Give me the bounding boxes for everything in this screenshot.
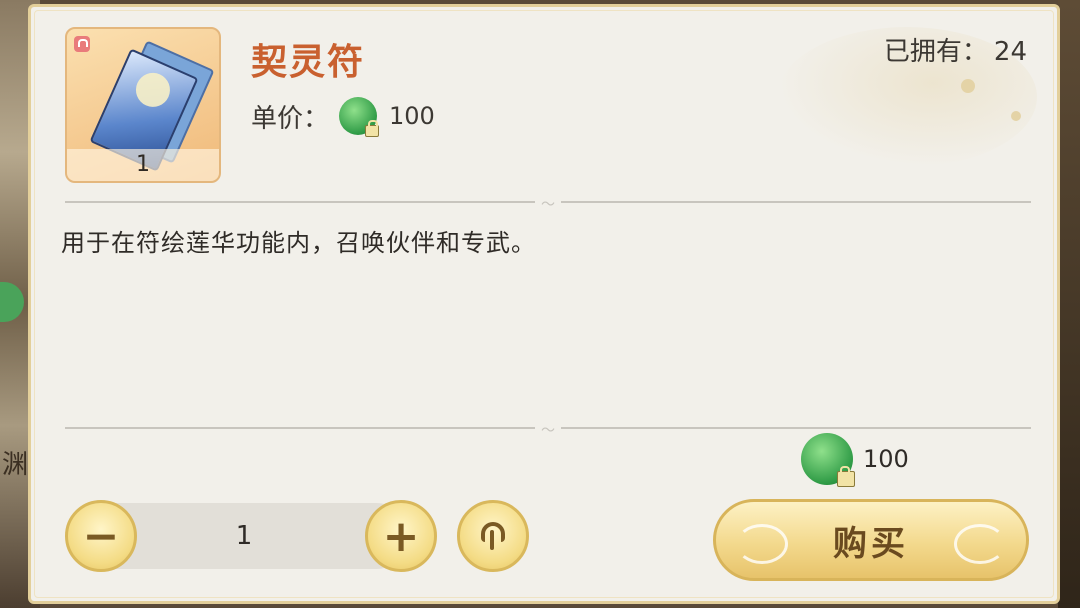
divider-ornament-icon: 〜: [535, 420, 561, 439]
total-cost: 100: [801, 433, 909, 487]
unit-price-value: 100: [389, 102, 435, 130]
swirl-icon: [736, 524, 788, 564]
owned-label: 已拥有：: [883, 37, 988, 67]
unit-price-label: 单价：: [251, 103, 330, 134]
decor-dot: [1011, 111, 1021, 121]
item-count: 1: [136, 152, 150, 177]
item-description: 用于在符绘莲华功能内，召唤伙伴和专武。: [61, 229, 536, 257]
divider-top: 〜: [65, 194, 1031, 213]
background-text: 渊: [2, 450, 29, 480]
decrease-button[interactable]: −: [65, 500, 137, 572]
jade-coin-locked-icon: [339, 97, 380, 137]
divider-bottom: 〜: [65, 420, 1031, 439]
decor-dot: [961, 79, 975, 93]
divider-ornament-icon: 〜: [535, 194, 561, 213]
item-name: 契灵符: [251, 42, 366, 83]
swirl-icon: [954, 524, 1006, 564]
buy-button-label: 购买: [833, 523, 909, 564]
item-card: 1: [65, 27, 221, 183]
small-lock-icon: [837, 466, 855, 487]
max-quantity-button[interactable]: [457, 500, 529, 572]
background-right-edge: [1058, 0, 1080, 608]
small-lock-icon: [365, 120, 380, 137]
jade-coin-locked-icon: [801, 433, 855, 487]
moon-icon: [130, 67, 176, 113]
lock-icon: [74, 36, 90, 52]
max-arrow-icon: [479, 522, 507, 550]
owned-count: 已拥有： 24: [884, 31, 1027, 68]
buy-button[interactable]: 购买: [713, 499, 1029, 581]
increase-button[interactable]: +: [365, 500, 437, 572]
unit-price: 单价： 100: [251, 97, 435, 137]
total-cost-value: 100: [863, 445, 909, 473]
owned-value: 24: [993, 37, 1027, 67]
purchase-dialog: 1 契灵符 已拥有： 24 单价： 100 〜 用于在符绘莲华功能内，召唤伙伴和专…: [28, 4, 1060, 604]
